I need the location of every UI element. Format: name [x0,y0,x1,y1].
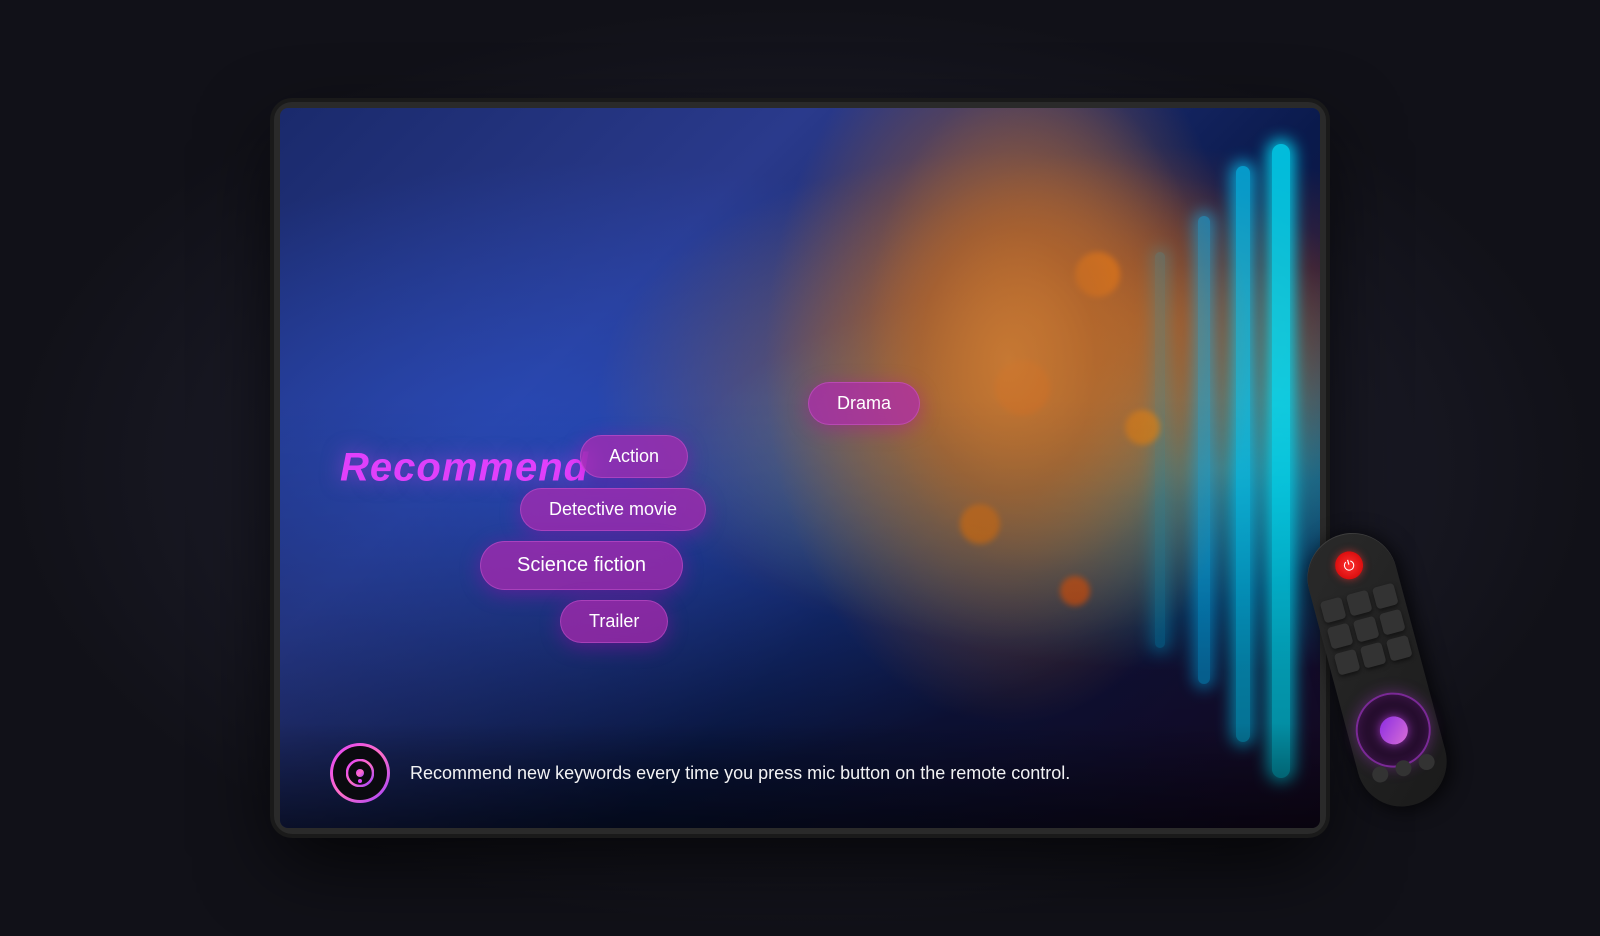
genre-bubble-detective[interactable]: Detective movie [520,488,706,531]
remote-btn-7[interactable] [1334,649,1361,676]
genre-bubble-trailer[interactable]: Trailer [560,600,668,643]
remote-body [1297,523,1456,817]
remote-btn-5[interactable] [1353,616,1380,643]
remote-btn-3[interactable] [1372,583,1399,610]
dpad-center[interactable] [1376,713,1410,747]
genre-bubble-scifi[interactable]: Science fiction [480,541,683,590]
remote-btn-2[interactable] [1346,590,1373,617]
bubble-row-scifi: Science fiction [480,541,980,590]
bubble-row-detective: Detective movie [480,488,980,531]
remote-btn-8[interactable] [1360,642,1387,669]
remote-sm-btn-1[interactable] [1370,765,1390,785]
remote-btn-6[interactable] [1379,609,1406,636]
genre-bubble-drama[interactable]: Drama [808,382,920,425]
remote-number-buttons [1320,583,1413,676]
bubble-row-action: Action [480,435,980,478]
remote-btn-1[interactable] [1320,597,1347,624]
tv-screen: Recommend Drama Action Detective movie S… [280,108,1320,828]
genre-bubble-action[interactable]: Action [580,435,688,478]
bubble-row-drama: Drama [480,382,980,425]
remote-btn-4[interactable] [1327,623,1354,650]
remote-btn-9[interactable] [1386,635,1413,662]
tv-frame: Recommend Drama Action Detective movie S… [280,108,1320,828]
genre-bubbles-area: Drama Action Detective movie Science fic… [480,382,980,653]
mic-icon [330,743,390,803]
bottom-description: Recommend new keywords every time you pr… [410,763,1070,784]
bottom-bar: Recommend new keywords every time you pr… [280,723,1320,828]
bubble-row-trailer: Trailer [480,600,980,643]
remote-sm-btn-2[interactable] [1394,758,1414,778]
remote-power-button[interactable] [1332,548,1366,582]
mic-svg [346,759,374,787]
